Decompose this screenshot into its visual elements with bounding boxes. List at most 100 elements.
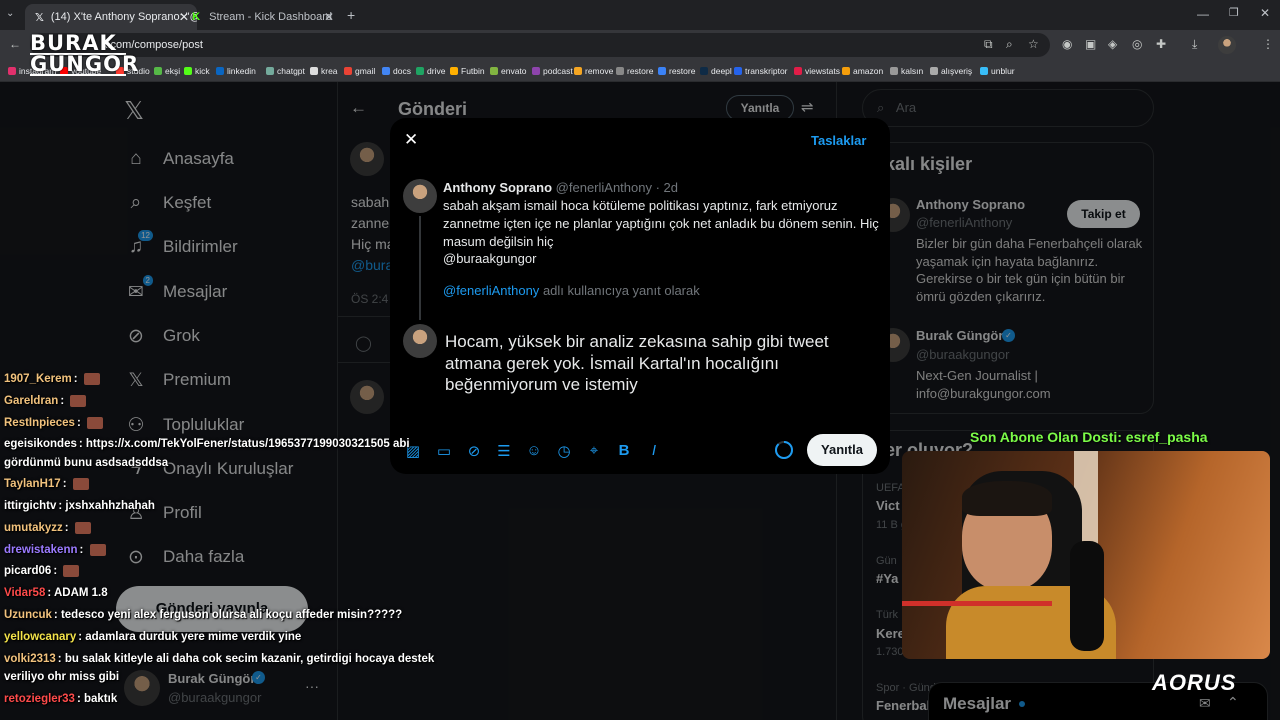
bookmark-13[interactable]: podcast bbox=[532, 66, 573, 76]
gif-icon[interactable]: ▭ bbox=[435, 442, 453, 460]
bookmark-16[interactable]: restore bbox=[658, 66, 695, 76]
address-bar[interactable]: x.com/compose/post bbox=[30, 33, 1050, 57]
bookmark-label: alışveriş bbox=[941, 66, 973, 76]
bookmark-19[interactable]: viewstats bbox=[794, 66, 840, 76]
quoted-handle: @fenerliAnthony bbox=[555, 180, 652, 195]
kebab-menu-icon[interactable]: ⋮ bbox=[1262, 37, 1274, 51]
chat-message: RestInpieces: bbox=[4, 417, 103, 429]
reply-textarea[interactable]: Hocam, yüksek bir analiz zekasına sahip … bbox=[445, 331, 865, 396]
chat-message: Uzuncuk: tedesco yeni alex ferguson olur… bbox=[4, 609, 402, 621]
extension-icon[interactable]: ◈ bbox=[1108, 37, 1117, 51]
bookmark-favicon-icon bbox=[266, 67, 274, 75]
bookmark-8[interactable]: gmail bbox=[344, 66, 375, 76]
bookmark-15[interactable]: restore bbox=[616, 66, 653, 76]
bookmark-favicon-icon bbox=[930, 67, 938, 75]
my-avatar bbox=[403, 324, 437, 358]
chat-username: ittirgichtv bbox=[4, 500, 57, 512]
extension-icon[interactable]: ▣ bbox=[1085, 37, 1096, 51]
reply-context: @fenerliAnthony adlı kullanıcıya yanıt o… bbox=[443, 283, 700, 298]
bookmark-label: ekşi bbox=[165, 66, 181, 76]
drafts-link[interactable]: Taslaklar bbox=[811, 133, 866, 148]
close-icon[interactable]: ✕ bbox=[404, 130, 418, 150]
bookmark-12[interactable]: envato bbox=[490, 66, 527, 76]
chat-text: baktık bbox=[83, 693, 118, 705]
italic-icon[interactable]: I bbox=[645, 442, 663, 459]
extension-icon[interactable]: ◎ bbox=[1132, 37, 1142, 51]
quoted-time: · 2d bbox=[655, 180, 679, 195]
emote-icon bbox=[83, 373, 100, 385]
star-icon[interactable]: ☆ bbox=[1028, 37, 1039, 51]
location-icon[interactable]: ⌖ bbox=[585, 442, 603, 459]
close-icon[interactable]: ✕ bbox=[324, 10, 334, 24]
maximize-icon[interactable]: ❐ bbox=[1229, 6, 1239, 19]
reply-submit-button[interactable]: Yanıtla bbox=[807, 434, 877, 466]
chat-message: yellowcanary: adamlara durduk yere mime … bbox=[4, 631, 301, 643]
bookmark-7[interactable]: krea bbox=[310, 66, 338, 76]
bookmark-label: envato bbox=[501, 66, 527, 76]
chat-separator: : bbox=[60, 395, 68, 408]
grok-icon[interactable]: ⊘ bbox=[465, 442, 483, 460]
chat-username: RestInpieces bbox=[4, 417, 75, 430]
tab-label: (14) X'te Anthony Soprano: "@... bbox=[50, 11, 197, 23]
minimize-icon[interactable]: — bbox=[1197, 7, 1209, 21]
chat-username: yellowcanary bbox=[4, 631, 77, 643]
tab-x-post[interactable]: 𝕏 (14) X'te Anthony Soprano: "@... ✕ bbox=[25, 4, 197, 30]
schedule-icon[interactable]: ◷ bbox=[555, 442, 573, 460]
bookmark-22[interactable]: alışveriş bbox=[930, 66, 972, 76]
download-icon[interactable]: ⤓ bbox=[1192, 37, 1197, 52]
bookmark-favicon-icon bbox=[8, 67, 16, 75]
bookmark-9[interactable]: docs bbox=[382, 66, 411, 76]
poll-icon[interactable]: ☰ bbox=[495, 442, 513, 460]
bookmark-6[interactable]: chatgpt bbox=[266, 66, 305, 76]
bookmark-23[interactable]: unblur bbox=[980, 66, 1015, 76]
char-count-ring-icon bbox=[775, 441, 793, 459]
tab-list-chevron-icon[interactable]: ⌄ bbox=[6, 8, 14, 19]
bookmark-label: krea bbox=[321, 66, 338, 76]
chat-text: bu salak kitleyle ali daha cok secim kaz… bbox=[64, 653, 435, 665]
reply-to-handle[interactable]: @fenerliAnthony bbox=[443, 283, 539, 298]
bookmark-favicon-icon bbox=[310, 67, 318, 75]
chat-message: gördünmü bunu asdsadsddsa bbox=[4, 457, 168, 469]
emote-icon bbox=[74, 522, 91, 534]
bookmark-18[interactable]: transkriptor bbox=[734, 66, 788, 76]
chat-message: retoziegler33: baktık bbox=[4, 693, 117, 705]
chat-separator: : bbox=[53, 609, 61, 621]
chat-separator: : bbox=[62, 478, 70, 491]
bookmark-5[interactable]: linkedin bbox=[216, 66, 256, 76]
chat-separator: : bbox=[64, 522, 72, 535]
back-arrow-icon[interactable]: ← bbox=[9, 37, 21, 51]
tab-kick-dashboard[interactable]: K Stream - Kick Dashboard ✕ bbox=[180, 4, 342, 30]
chat-username: volki2313 bbox=[4, 653, 56, 665]
chat-message: ittirgichtv: jxshxahhzhahah bbox=[4, 500, 155, 512]
tab-label: Stream - Kick Dashboard bbox=[209, 11, 332, 23]
extension-icon[interactable]: ◉ bbox=[1062, 37, 1072, 51]
window-close-icon[interactable]: ✕ bbox=[1260, 6, 1270, 20]
bookmark-21[interactable]: kalsın bbox=[890, 66, 923, 76]
puzzle-icon[interactable]: ✚ bbox=[1156, 37, 1166, 51]
bookmark-17[interactable]: deepl bbox=[700, 66, 732, 76]
bookmark-favicon-icon bbox=[658, 67, 666, 75]
kick-icon: K bbox=[192, 11, 201, 23]
quoted-name: Anthony Soprano bbox=[443, 180, 553, 195]
quoted-header: Anthony Soprano @fenerliAnthony · 2d bbox=[443, 180, 678, 195]
bookmark-label: Futbin bbox=[461, 66, 485, 76]
emoji-icon[interactable]: ☺ bbox=[525, 442, 543, 459]
bookmarks-bar: instagram youtube studio ekşi kick linkedin ch… bbox=[0, 60, 1280, 82]
chat-username: egeisikondes bbox=[4, 438, 77, 450]
install-icon[interactable]: ⧉ bbox=[984, 37, 993, 52]
zoom-icon[interactable]: ⌕ bbox=[1006, 37, 1013, 52]
browser-toolbar: ← x.com/compose/post ⧉ ⌕ ☆ ◉ ▣ ◈ ◎ ✚ ⤓ ⋮ bbox=[0, 30, 1280, 60]
bookmark-10[interactable]: drive bbox=[416, 66, 445, 76]
bold-icon[interactable]: B bbox=[615, 442, 633, 459]
bookmark-favicon-icon bbox=[216, 67, 224, 75]
bookmark-20[interactable]: amazon bbox=[842, 66, 883, 76]
bookmark-3[interactable]: ekşi bbox=[154, 66, 180, 76]
bookmark-14[interactable]: remove bbox=[574, 66, 613, 76]
profile-avatar[interactable] bbox=[1218, 36, 1236, 54]
bookmark-favicon-icon bbox=[532, 67, 540, 75]
chat-text: jxshxahhzhahah bbox=[65, 500, 155, 512]
bookmark-4[interactable]: kick bbox=[184, 66, 210, 76]
new-tab-plus-icon[interactable]: + bbox=[347, 7, 355, 23]
bookmark-11[interactable]: Futbin bbox=[450, 66, 485, 76]
thread-line bbox=[419, 216, 421, 320]
